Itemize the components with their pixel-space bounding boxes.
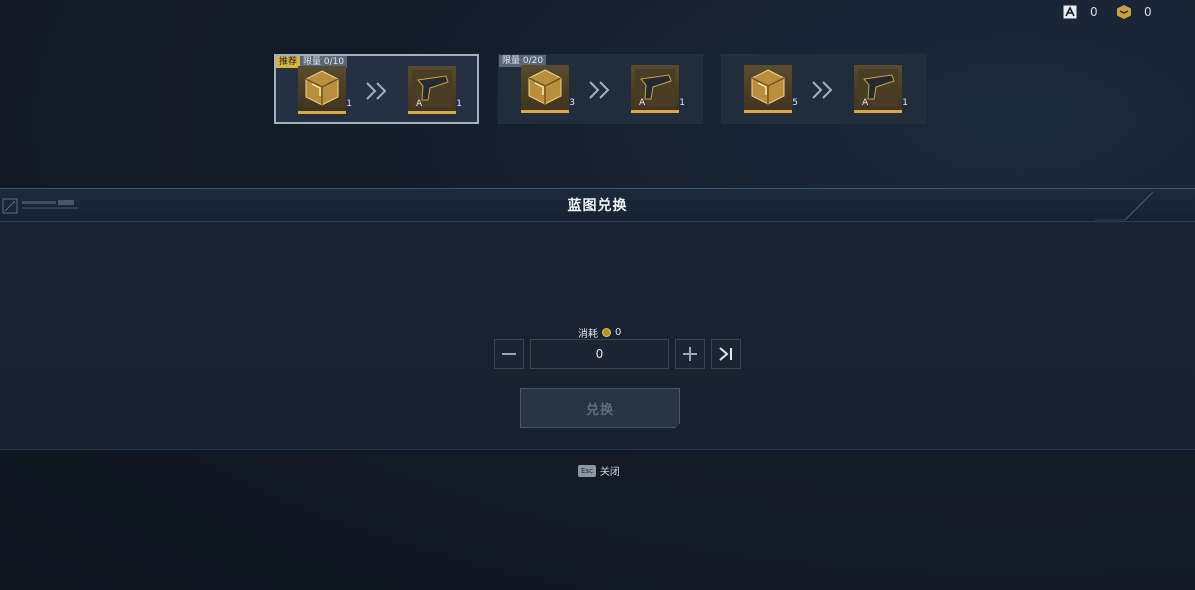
input-count: 1: [346, 99, 352, 109]
max-quantity-button[interactable]: [711, 339, 741, 369]
output-count: 1: [902, 98, 908, 108]
gold-cube-currency-icon: [1116, 4, 1132, 20]
recommend-badge: 推荐: [276, 56, 301, 68]
exchange-button-label: 兑换: [585, 402, 614, 418]
double-chevron-right-icon: [589, 81, 610, 99]
panel-title: 蓝图兑换: [567, 198, 628, 214]
exchange-card-3[interactable]: 5 A 1: [721, 54, 926, 124]
input-blueprint-item: 3: [521, 65, 575, 113]
svg-text:A: A: [416, 99, 423, 109]
exchange-card-1[interactable]: 推荐 限量 0/10 1 A 1: [274, 54, 479, 124]
currency-gold-value: 0: [1144, 5, 1152, 19]
panel-header: 蓝图兑换: [0, 189, 1195, 222]
weapon-blueprint-icon: A: [858, 69, 898, 108]
skip-to-max-icon: [719, 347, 732, 361]
cost-display: 消耗 0: [578, 325, 621, 340]
blueprint-currency-icon: [1062, 4, 1078, 20]
cost-label: 消耗: [578, 329, 598, 340]
output-count: 1: [679, 98, 685, 108]
weapon-blueprint-icon: A: [412, 70, 452, 109]
close-hint[interactable]: Esc 关闭: [578, 463, 620, 478]
corner-decoration-icon: [1095, 191, 1154, 221]
input-blueprint-item: 1: [298, 66, 352, 114]
currency-blueprint: 0: [1062, 4, 1098, 20]
exchange-button[interactable]: 兑换: [520, 388, 680, 428]
input-count: 5: [792, 98, 798, 108]
output-weapon-item: A 1: [631, 65, 685, 113]
currency-blueprint-value: 0: [1090, 5, 1098, 19]
corner-logo-icon: [2, 198, 78, 214]
input-blueprint-item: 5: [744, 65, 798, 113]
svg-text:A: A: [862, 98, 869, 108]
weapon-blueprint-icon: A: [635, 69, 675, 108]
blueprint-box-icon: [305, 70, 339, 106]
close-label: 关闭: [599, 467, 620, 478]
output-count: 1: [456, 99, 462, 109]
input-count: 3: [569, 98, 575, 108]
svg-text:A: A: [639, 98, 646, 108]
minus-icon: [502, 353, 516, 355]
output-weapon-item: A 1: [408, 66, 462, 114]
coin-icon: [602, 328, 611, 337]
output-weapon-item: A 1: [854, 65, 908, 113]
currency-gold: 0: [1116, 4, 1152, 20]
plus-icon: [683, 347, 697, 361]
double-chevron-right-icon: [366, 82, 387, 100]
decrease-button[interactable]: [494, 339, 524, 369]
quantity-input[interactable]: 0: [530, 339, 669, 369]
blueprint-box-icon: [528, 69, 562, 105]
increase-button[interactable]: [675, 339, 705, 369]
cost-value: 0: [615, 327, 622, 338]
esc-key-badge: Esc: [578, 464, 596, 477]
double-chevron-right-icon: [812, 81, 833, 99]
blueprint-box-icon: [751, 69, 785, 105]
quantity-value: 0: [595, 347, 604, 361]
exchange-card-2[interactable]: 限量 0/20 3 A 1: [498, 54, 703, 124]
